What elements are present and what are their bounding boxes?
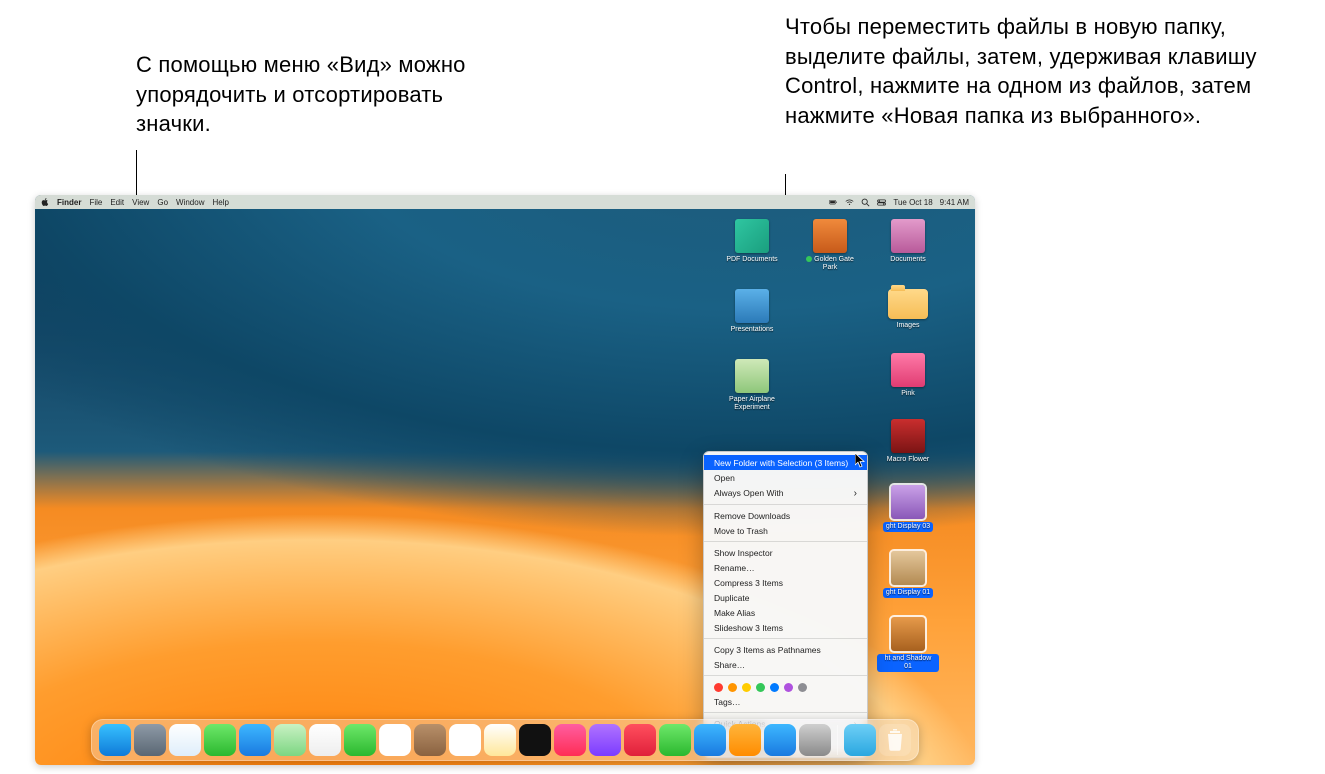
context-menu-item[interactable]: Make Alias: [704, 605, 867, 620]
dock-notes-icon[interactable]: [484, 724, 516, 756]
dock[interactable]: [91, 719, 919, 761]
context-menu-tag-colors[interactable]: [704, 679, 867, 694]
context-menu-item[interactable]: Move to Trash: [704, 523, 867, 538]
context-menu-item[interactable]: Duplicate: [704, 590, 867, 605]
dock-messages-icon[interactable]: [204, 724, 236, 756]
callout-left-text: С помощью меню «Вид» можно упорядочить и…: [136, 50, 476, 139]
dock-contacts-icon[interactable]: [414, 724, 446, 756]
context-menu-item[interactable]: New Folder with Selection (3 Items): [704, 455, 867, 470]
apple-logo-icon[interactable]: [41, 198, 49, 206]
dock-trash-icon[interactable]: [879, 724, 911, 756]
menubar-edit[interactable]: Edit: [110, 198, 124, 207]
desktop-icon-night-display-03[interactable]: ght Display 03: [877, 485, 939, 532]
wifi-icon[interactable]: [845, 198, 854, 207]
dock-safari-icon[interactable]: [169, 724, 201, 756]
dock-podcasts-icon[interactable]: [589, 724, 621, 756]
desktop-icon-pink[interactable]: Pink: [877, 353, 939, 398]
context-menu-item[interactable]: Tags…: [704, 694, 867, 709]
menubar-go[interactable]: Go: [157, 198, 168, 207]
dock-appstore-icon[interactable]: [764, 724, 796, 756]
desktop-icon-golden-gate-park[interactable]: Golden Gate Park: [799, 219, 861, 272]
dock-reminders-icon[interactable]: [449, 724, 481, 756]
desktop-icon-paper-airplane-experiment[interactable]: Paper Airplane Experiment: [721, 359, 783, 412]
spotlight-icon[interactable]: [861, 198, 870, 207]
dock-downloads-icon[interactable]: [844, 724, 876, 756]
dock-finder-icon[interactable]: [99, 724, 131, 756]
menubar-time[interactable]: 9:41 AM: [940, 198, 969, 207]
context-menu-item[interactable]: Share…: [704, 657, 867, 672]
context-menu-item[interactable]: Open: [704, 470, 867, 485]
callout-right-text: Чтобы переместить файлы в новую папку, в…: [785, 12, 1305, 131]
context-menu-item[interactable]: Show Inspector: [704, 545, 867, 560]
dock-photos-icon[interactable]: [309, 724, 341, 756]
desktop-icon-presentations[interactable]: Presentations: [721, 289, 783, 334]
dock-keynote-icon[interactable]: [694, 724, 726, 756]
dock-music-icon[interactable]: [554, 724, 586, 756]
macos-screenshot: Finder File Edit View Go Window Help Tue…: [35, 195, 975, 765]
mouse-cursor-icon: [855, 453, 866, 469]
context-menu-item[interactable]: Always Open With: [704, 485, 867, 501]
menubar-view[interactable]: View: [132, 198, 149, 207]
desktop-icon-pdf-documents[interactable]: PDF Documents: [721, 219, 783, 264]
context-menu[interactable]: New Folder with Selection (3 Items)OpenA…: [703, 451, 868, 758]
dock-facetime-icon[interactable]: [344, 724, 376, 756]
dock-news-icon[interactable]: [624, 724, 656, 756]
menubar: Finder File Edit View Go Window Help Tue…: [35, 195, 975, 209]
menubar-window[interactable]: Window: [176, 198, 204, 207]
menubar-file[interactable]: File: [89, 198, 102, 207]
dock-launchpad-icon[interactable]: [134, 724, 166, 756]
callout-left-content: С помощью меню «Вид» можно упорядочить и…: [136, 52, 466, 136]
dock-maps-icon[interactable]: [274, 724, 306, 756]
control-center-icon[interactable]: [877, 198, 886, 207]
desktop-icon-macro-flower[interactable]: Macro Flower: [877, 419, 939, 464]
dock-calendar-icon[interactable]: [379, 724, 411, 756]
dock-settings-icon[interactable]: [799, 724, 831, 756]
menubar-date[interactable]: Tue Oct 18: [893, 198, 932, 207]
menubar-app-name[interactable]: Finder: [57, 198, 81, 207]
context-menu-item[interactable]: Compress 3 Items: [704, 575, 867, 590]
desktop-icon-documents[interactable]: Documents: [877, 219, 939, 264]
dock-pages-icon[interactable]: [729, 724, 761, 756]
context-menu-item[interactable]: Slideshow 3 Items: [704, 620, 867, 635]
menubar-help[interactable]: Help: [212, 198, 228, 207]
callout-right-content: Чтобы переместить файлы в новую папку, в…: [785, 14, 1257, 128]
desktop-icon-night-display-01[interactable]: ght Display 01: [877, 551, 939, 598]
desktop-icon-light-and-shadow-01[interactable]: ht and Shadow 01: [877, 617, 939, 672]
dock-mail-icon[interactable]: [239, 724, 271, 756]
context-menu-item[interactable]: Copy 3 Items as Pathnames: [704, 642, 867, 657]
context-menu-item[interactable]: Rename…: [704, 560, 867, 575]
context-menu-item[interactable]: Remove Downloads: [704, 508, 867, 523]
dock-numbers-icon[interactable]: [659, 724, 691, 756]
desktop-icon-images-folder[interactable]: Images: [877, 289, 939, 330]
battery-icon[interactable]: [829, 198, 838, 207]
dock-tv-icon[interactable]: [519, 724, 551, 756]
